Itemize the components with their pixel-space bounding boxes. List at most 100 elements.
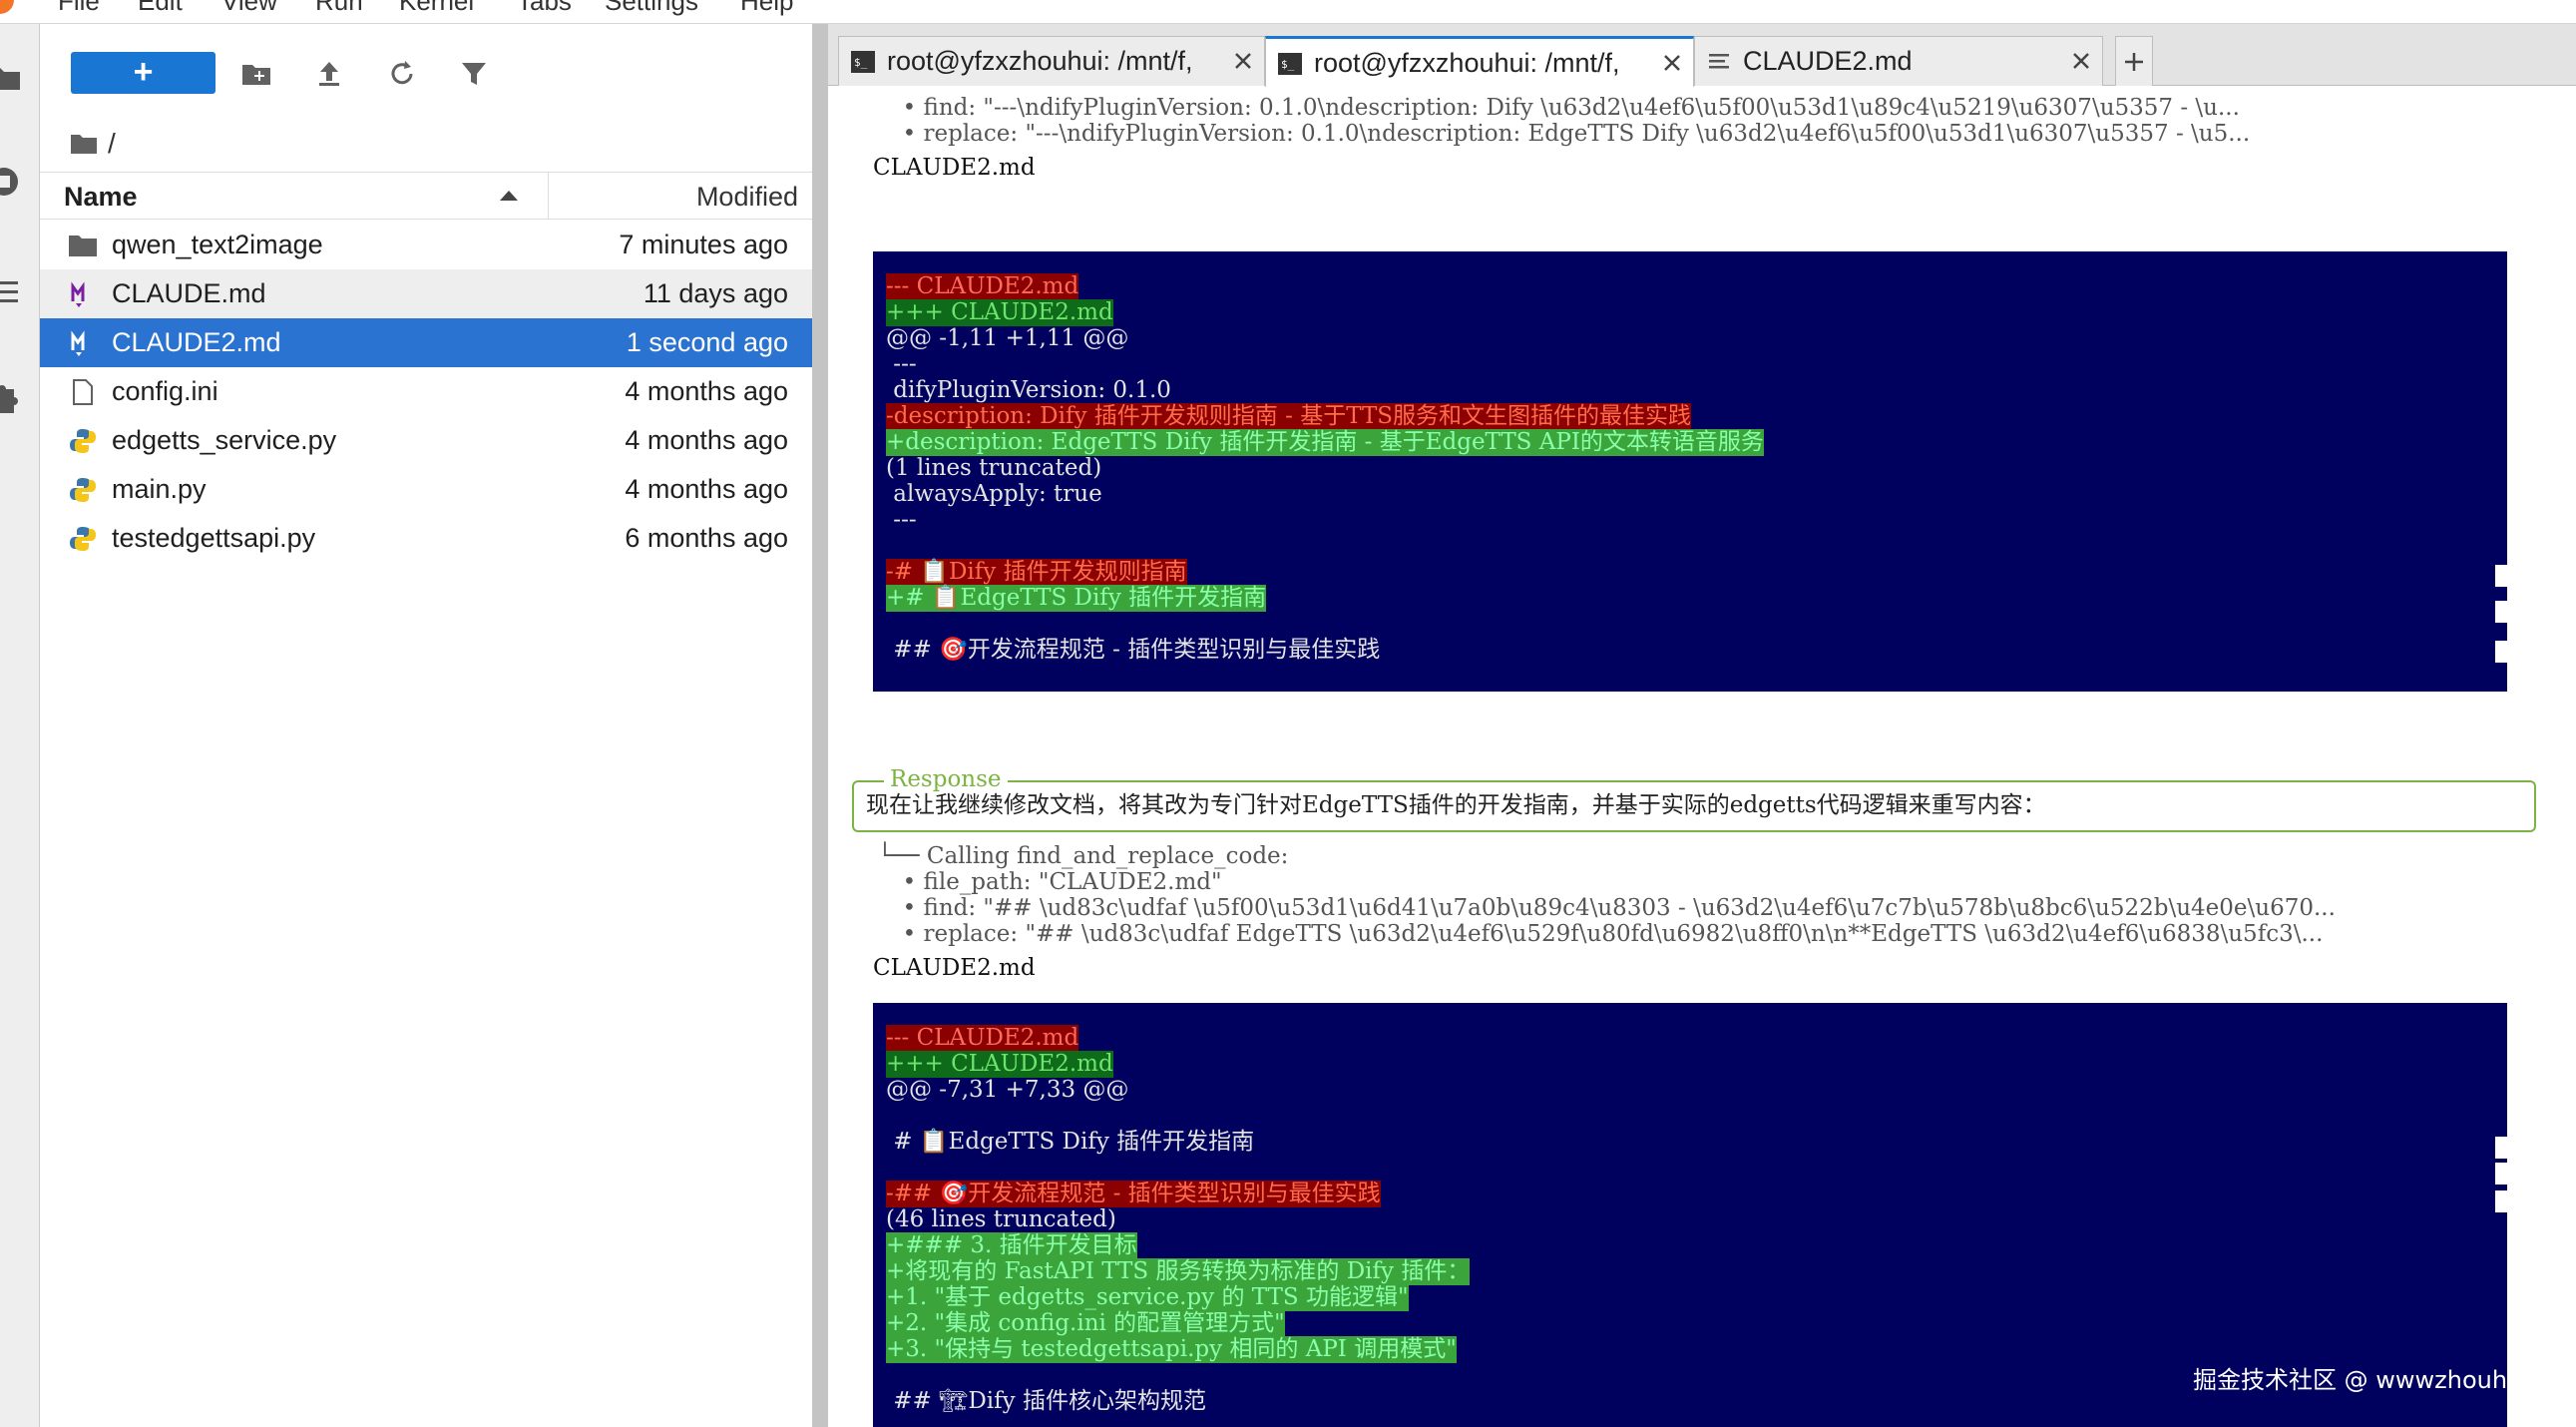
tab-label: root@yfzxzhouhui: /mnt/f, <box>887 46 1193 76</box>
file-row-testedgettsapi-py[interactable]: testedgettsapi.py 6 months ago <box>40 514 812 563</box>
diff-added-line: +description: EdgeTTS Dify 插件开发指南 - 基于Ed… <box>886 429 1764 456</box>
diff-truncated-note: (1 lines truncated) <box>886 455 1102 481</box>
close-icon[interactable] <box>1661 52 1683 74</box>
find-line: • find: "---\ndifyPluginVersion: 0.1.0\n… <box>888 95 2240 121</box>
upload-icon[interactable] <box>312 57 346 91</box>
tab-terminal-1[interactable]: $_ root@yfzxzhouhui: /mnt/f, <box>838 36 1265 86</box>
menu-settings[interactable]: Settings <box>605 0 698 17</box>
column-name-label: Name <box>64 182 138 212</box>
diff-added-line: +1. "基于 edgetts_service.py 的 TTS 功能逻辑" <box>886 1284 1409 1311</box>
svg-text:$_: $_ <box>854 56 868 69</box>
breadcrumb-root[interactable]: / <box>108 128 116 160</box>
markdown-icon <box>71 330 85 356</box>
file-list-header: Name Modified <box>40 172 812 220</box>
diff-context: --- <box>886 351 917 377</box>
menu-help[interactable]: Help <box>740 0 793 17</box>
menu-bar: File Edit View Run Kernel Tabs Settings … <box>0 0 2576 24</box>
diff-added-line: +### 3. 插件开发目标 <box>886 1232 1137 1259</box>
diff-added-line: +将现有的 FastAPI TTS 服务转换为标准的 Dify 插件： <box>886 1258 1471 1285</box>
column-header-modified[interactable]: Modified <box>553 173 798 219</box>
file-browser: + / Name Modified qwen_text2image 7 minu… <box>40 24 812 1427</box>
menu-view[interactable]: View <box>221 0 277 17</box>
diff-added-line: +3. "保持与 testedgettsapi.py 相同的 API 调用模式" <box>886 1336 1457 1363</box>
file-modified: 4 months ago <box>625 376 788 406</box>
tab-label: root@yfzxzhouhui: /mnt/f, <box>1314 48 1620 78</box>
replace-line: • replace: "---\ndifyPluginVersion: 0.1.… <box>888 121 2251 147</box>
running-kernels-icon[interactable] <box>0 164 22 200</box>
file-modified: 4 months ago <box>625 425 788 455</box>
close-icon[interactable] <box>2070 50 2092 72</box>
diff-add-header: +++ CLAUDE2.md <box>886 299 1113 326</box>
python-icon <box>70 429 96 453</box>
tab-claude2-md[interactable]: CLAUDE2.md <box>1694 36 2103 86</box>
diff-context: ## 🏗Dify 插件核心架构规范 <box>886 1388 1206 1414</box>
diff-hunk-header: @@ -7,31 +7,33 @@ <box>886 1077 1129 1103</box>
menu-edit[interactable]: Edit <box>138 0 183 17</box>
new-launcher-button[interactable]: + <box>71 52 215 94</box>
diff-context: --- <box>886 507 917 533</box>
activity-rail <box>0 24 40 1427</box>
breadcrumb: / <box>70 124 116 164</box>
close-icon[interactable] <box>1232 50 1254 72</box>
main-dock: $_ root@yfzxzhouhui: /mnt/f, $_ root@yfz… <box>828 24 2576 1427</box>
jupyter-logo <box>0 0 14 14</box>
file-modified: 4 months ago <box>625 474 788 504</box>
file-name: config.ini <box>112 376 218 406</box>
file-name: main.py <box>112 474 207 504</box>
folder-icon[interactable] <box>70 132 98 156</box>
diff-block-1: --- CLAUDE2.md +++ CLAUDE2.md @@ -1,11 +… <box>873 251 2507 692</box>
sort-ascending-icon <box>500 191 518 201</box>
cursor-marker <box>2495 601 2507 623</box>
diff-context: # 📋EdgeTTS Dify 插件开发指南 <box>886 1129 1255 1155</box>
file-row-edgetts-service-py[interactable]: edgetts_service.py 4 months ago <box>40 416 812 465</box>
file-row-main-py[interactable]: main.py 4 months ago <box>40 465 812 514</box>
extension-icon[interactable] <box>0 379 22 415</box>
file-name: testedgettsapi.py <box>112 523 316 553</box>
file-row-config-ini[interactable]: config.ini 4 months ago <box>40 367 812 416</box>
folder-icon[interactable] <box>0 60 22 96</box>
response-text: 现在让我继续修改文档，将其改为专门针对EdgeTTS插件的开发指南，并基于实际的… <box>866 792 2046 818</box>
file-row-claude-md[interactable]: CLAUDE.md 11 days ago <box>40 269 812 318</box>
response-box: Response 现在让我继续修改文档，将其改为专门针对EdgeTTS插件的开发… <box>852 766 2536 832</box>
tool-call-replace: • replace: "## \ud83c\udfaf EdgeTTS \u63… <box>888 921 2324 947</box>
table-of-contents-icon[interactable] <box>0 273 22 309</box>
menu-tabs[interactable]: Tabs <box>517 0 572 17</box>
file-browser-toolbar: + <box>40 24 812 124</box>
response-label: Response <box>884 766 1008 792</box>
diff-added-line: +2. "集成 config.ini 的配置管理方式" <box>886 1310 1285 1337</box>
tool-call-line: └── Calling find_and_replace_code: <box>878 843 1289 869</box>
terminal-output[interactable]: • find: "---\ndifyPluginVersion: 0.1.0\n… <box>828 87 2576 1427</box>
svg-text:$_: $_ <box>1281 58 1295 71</box>
column-header-name[interactable]: Name <box>64 173 549 219</box>
menu-kernel[interactable]: Kernel <box>399 0 474 17</box>
cursor-marker <box>2495 1163 2507 1185</box>
cursor-marker <box>2495 1137 2507 1159</box>
filter-icon[interactable] <box>457 57 491 91</box>
refresh-icon[interactable] <box>385 57 419 91</box>
diff-del-header: --- CLAUDE2.md <box>886 273 1079 300</box>
menu-run[interactable]: Run <box>315 0 363 17</box>
file-row-qwen-text2image[interactable]: qwen_text2image 7 minutes ago <box>40 221 812 269</box>
markdown-icon <box>71 281 85 307</box>
tab-terminal-2[interactable]: $_ root@yfzxzhouhui: /mnt/f, <box>1265 36 1694 87</box>
diff-add-header: +++ CLAUDE2.md <box>886 1051 1113 1078</box>
cursor-marker <box>2495 641 2507 663</box>
cursor-marker <box>2495 1190 2507 1212</box>
new-folder-icon[interactable] <box>239 57 273 91</box>
diff-file-name: CLAUDE2.md <box>873 155 1036 181</box>
tool-call-file-path: • file_path: "CLAUDE2.md" <box>888 869 1222 895</box>
panel-splitter[interactable] <box>812 24 828 1427</box>
file-row-claude2-md[interactable]: CLAUDE2.md 1 second ago <box>40 318 812 367</box>
file-name: qwen_text2image <box>112 230 323 259</box>
cursor-marker <box>2495 565 2507 587</box>
tab-label: CLAUDE2.md <box>1743 46 1913 76</box>
menu-file[interactable]: File <box>58 0 100 17</box>
file-name: edgetts_service.py <box>112 425 337 455</box>
file-modified: 1 second ago <box>626 327 788 357</box>
diff-context: ## 🎯开发流程规范 - 插件类型识别与最佳实践 <box>886 637 1381 663</box>
tool-call-find: • find: "## \ud83c\udfaf \u5f00\u53d1\u6… <box>888 895 2336 921</box>
plus-icon <box>2125 53 2143 71</box>
diff-deleted-line: -## 🎯开发流程规范 - 插件类型识别与最佳实践 <box>886 1181 1381 1207</box>
python-icon <box>70 478 96 502</box>
add-tab-button[interactable] <box>2115 36 2153 86</box>
